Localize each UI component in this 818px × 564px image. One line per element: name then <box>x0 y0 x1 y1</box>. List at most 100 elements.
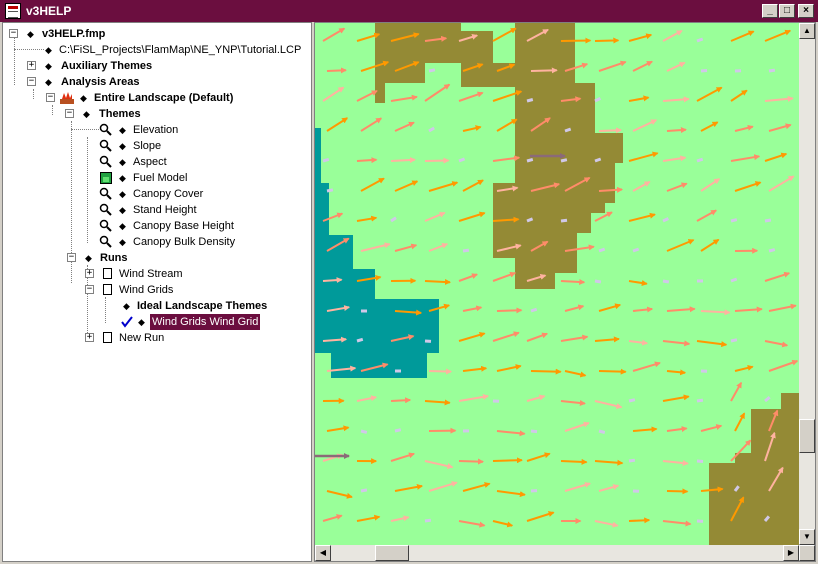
collapse-icon[interactable]: − <box>67 253 76 262</box>
wind-arrow <box>564 127 572 133</box>
diamond-icon: ◆ <box>27 29 34 39</box>
wind-grid-map[interactable] <box>315 23 799 545</box>
document-icon <box>103 268 112 279</box>
tree-item-themes[interactable]: − ◆ Themes <box>63 106 303 122</box>
wind-arrow <box>594 37 620 44</box>
theme-item-label: Canopy Bulk Density <box>133 236 236 248</box>
project-tree: − ◆ v3HELP.fmp ◆ C:\FiSL_Projects\FlamMa… <box>2 22 312 562</box>
wind-arrow <box>666 127 687 134</box>
wind-arrow <box>696 37 704 43</box>
document-icon <box>103 332 112 343</box>
scroll-left-button[interactable]: ◀ <box>315 545 331 561</box>
theme-item-slope[interactable]: ◆ Slope <box>99 138 299 154</box>
theme-item-elevation[interactable]: ◆ Elevation <box>99 122 299 138</box>
map-view[interactable]: ▲ ▼ ◀ ▶ <box>314 22 816 562</box>
tree-item-entire-landscape[interactable]: − ◆ Entire Landscape (Default) <box>44 90 304 106</box>
collapse-icon[interactable]: − <box>9 29 18 38</box>
vertical-scroll-thumb[interactable] <box>799 419 815 453</box>
tree-item-landscape-path[interactable]: ◆ C:\FiSL_Projects\FlamMap\NE_YNP\Tutori… <box>43 42 311 58</box>
tree-item-root[interactable]: − ◆ v3HELP.fmp <box>7 26 307 42</box>
tree-item-ideal-landscape-themes[interactable]: ◆ Ideal Landscape Themes <box>121 298 311 314</box>
wind-arrow <box>424 157 450 164</box>
expand-icon[interactable]: + <box>85 269 94 278</box>
theme-item-label: Canopy Base Height <box>133 220 234 232</box>
wind-arrow <box>560 37 592 44</box>
wind-arrow <box>730 277 738 283</box>
tree-item-runs[interactable]: − ◆ Runs <box>63 250 303 266</box>
tree-item-wind-grid-selected[interactable]: ◆ Wind Grids Wind Grid <box>119 314 309 330</box>
wind-arrow <box>764 218 772 223</box>
diamond-icon: ◆ <box>85 253 92 263</box>
wind-arrow <box>526 217 534 223</box>
collapse-icon[interactable]: − <box>85 285 94 294</box>
wind-arrow <box>696 398 704 403</box>
magnifier-icon <box>99 187 112 200</box>
wind-arrow <box>526 157 534 163</box>
horizontal-scroll-thumb[interactable] <box>375 545 409 561</box>
wind-arrow <box>428 68 436 73</box>
window-title: v3HELP <box>26 4 72 18</box>
wind-arrow <box>326 188 334 193</box>
expand-icon[interactable]: + <box>27 61 36 70</box>
run-item-new-run[interactable]: + New Run <box>83 330 303 346</box>
theme-item-canopy-cover[interactable]: ◆ Canopy Cover <box>99 186 299 202</box>
wind-arrow <box>628 458 636 463</box>
maximize-button[interactable]: □ <box>779 4 795 18</box>
diamond-icon: ◆ <box>119 237 126 247</box>
wind-arrow <box>458 458 484 465</box>
checkmark-icon <box>121 316 133 328</box>
magnifier-icon <box>99 219 112 232</box>
wind-arrow <box>598 429 606 434</box>
scroll-corner <box>799 545 815 561</box>
collapse-icon[interactable]: − <box>46 93 55 102</box>
tree-item-analysis-areas[interactable]: − ◆ Analysis Areas <box>25 74 305 90</box>
diamond-icon: ◆ <box>119 125 126 135</box>
wind-arrow <box>530 307 538 313</box>
run-item-label: New Run <box>119 332 165 344</box>
wind-arrow <box>598 127 622 134</box>
wind-arrow <box>768 68 776 73</box>
collapse-icon[interactable]: − <box>65 109 74 118</box>
tree-item-runs-label: Runs <box>100 252 128 264</box>
wind-arrow <box>462 248 470 253</box>
fire-icon <box>60 92 74 104</box>
run-item-label: Wind Stream <box>119 268 183 280</box>
run-item-wind-grids[interactable]: − Wind Grids <box>83 282 303 298</box>
theme-item-canopy-bulk-density[interactable]: ◆ Canopy Bulk Density <box>99 234 299 250</box>
scroll-up-button[interactable]: ▲ <box>799 23 815 39</box>
wind-arrow <box>496 307 523 314</box>
wind-arrow <box>598 247 606 253</box>
wind-arrow <box>394 428 402 433</box>
tree-item-auxiliary-themes-label: Auxiliary Themes <box>61 60 153 72</box>
close-button[interactable]: × <box>798 4 814 18</box>
theme-item-label: Elevation <box>133 124 179 136</box>
theme-item-aspect[interactable]: ◆ Aspect <box>99 154 299 170</box>
horizontal-scrollbar[interactable]: ◀ ▶ <box>315 545 799 561</box>
scroll-right-button[interactable]: ▶ <box>783 545 799 561</box>
magnifier-icon <box>99 155 112 168</box>
wind-arrow <box>360 429 368 434</box>
wind-arrow <box>700 69 708 73</box>
wind-arrow <box>326 67 347 74</box>
theme-item-fuel-model[interactable]: ◆ Fuel Model <box>99 170 299 186</box>
scroll-down-button[interactable]: ▼ <box>799 529 815 545</box>
minimize-button[interactable]: _ <box>762 4 778 18</box>
run-item-wind-stream[interactable]: + Wind Stream <box>83 266 303 282</box>
diamond-icon: ◆ <box>138 317 145 327</box>
tree-item-themes-label: Themes <box>99 108 141 120</box>
wind-arrow <box>730 338 738 343</box>
wind-arrow <box>322 157 330 163</box>
magnifier-icon <box>99 139 112 152</box>
theme-item-canopy-base-height[interactable]: ◆ Canopy Base Height <box>99 218 299 234</box>
wind-arrow <box>530 368 562 375</box>
tree-item-auxiliary-themes[interactable]: + ◆ Auxiliary Themes <box>25 58 305 74</box>
app-icon[interactable] <box>5 3 21 19</box>
expand-icon[interactable]: + <box>85 333 94 342</box>
tree-item-wind-grid-selected-label: Wind Grids Wind Grid <box>150 314 261 330</box>
wind-arrow <box>594 157 602 163</box>
wind-arrow <box>594 279 602 284</box>
vertical-scrollbar[interactable]: ▲ ▼ <box>799 23 815 545</box>
theme-item-stand-height[interactable]: ◆ Stand Height <box>99 202 299 218</box>
wind-arrow <box>428 368 453 375</box>
collapse-icon[interactable]: − <box>27 77 36 86</box>
